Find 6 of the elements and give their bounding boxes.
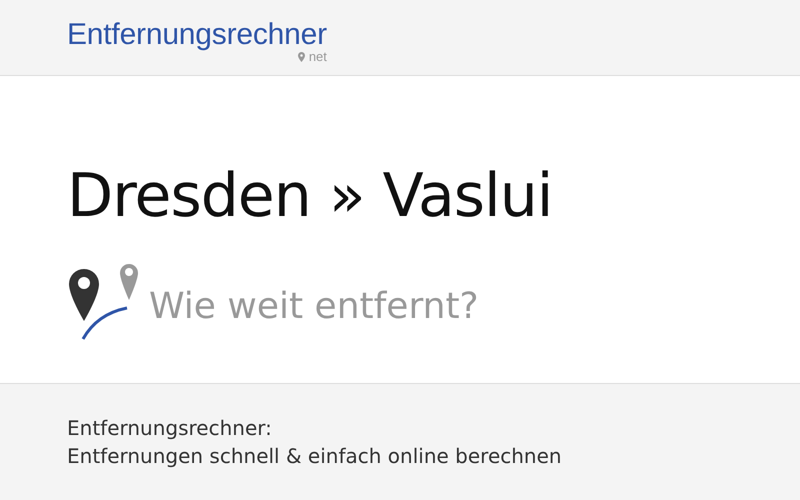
subtitle: Wie weit entfernt? (149, 286, 479, 326)
logo-suffix: net (308, 50, 327, 64)
footer-heading: Entfernungsrechner: (67, 415, 272, 442)
route-title: Dresden » Vaslui (67, 160, 552, 233)
footer-tagline: Entfernungen schnell & einfach online berechnen (67, 443, 562, 470)
site-logo[interactable]: Entfernungsrechner (67, 18, 327, 52)
